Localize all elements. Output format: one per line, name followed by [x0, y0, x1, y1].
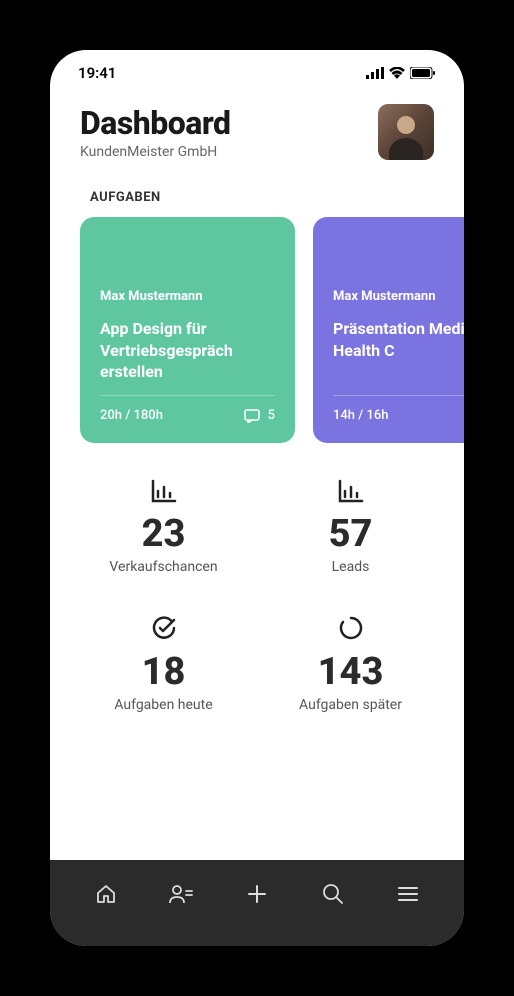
stat-tasks-later[interactable]: 143 Aufgaben später	[267, 615, 434, 713]
task-hours: 14h / 16h	[333, 408, 389, 423]
task-title: Präsentation Medical Health C	[333, 318, 464, 361]
app-screen: 19:41 Dashboard KundenMeister GmbH AUFGA…	[50, 50, 464, 946]
stat-leads[interactable]: 57 Leads	[267, 479, 434, 575]
stat-value: 57	[329, 515, 373, 553]
task-card[interactable]: Max Mustermann App Design für Vertriebsg…	[80, 217, 295, 443]
task-hours: 20h / 180h	[100, 408, 163, 423]
header-text: Dashboard KundenMeister GmbH	[80, 104, 230, 160]
comment-icon	[244, 409, 260, 423]
progress-icon	[338, 615, 364, 645]
contacts-icon	[169, 883, 193, 905]
nav-menu[interactable]	[386, 872, 430, 916]
stat-label: Aufgaben später	[299, 697, 402, 713]
nav-search[interactable]	[311, 872, 355, 916]
stat-value: 143	[318, 653, 384, 691]
page-subtitle: KundenMeister GmbH	[80, 144, 230, 160]
bar-chart-icon	[151, 479, 177, 507]
stats-grid: 23 Verkaufschancen 57 Leads 18 Aufgaben …	[50, 443, 464, 733]
task-comment-count: 5	[268, 408, 275, 423]
plus-icon	[247, 884, 267, 904]
stat-label: Leads	[332, 559, 370, 575]
status-bar: 19:41	[50, 50, 464, 90]
task-footer: 14h / 16h	[333, 395, 464, 423]
stat-opportunities[interactable]: 23 Verkaufschancen	[80, 479, 247, 575]
home-icon	[95, 883, 117, 905]
stat-value: 23	[142, 515, 186, 553]
stat-tasks-today[interactable]: 18 Aufgaben heute	[80, 615, 247, 713]
battery-icon	[410, 67, 436, 79]
page-title: Dashboard	[80, 104, 230, 142]
wifi-icon	[389, 67, 405, 79]
bar-chart-icon	[338, 479, 364, 507]
nav-add[interactable]	[235, 872, 279, 916]
bottom-nav	[50, 860, 464, 946]
task-card[interactable]: Max Mustermann Präsentation Medical Heal…	[313, 217, 464, 443]
status-time: 19:41	[78, 64, 116, 82]
task-cards-row[interactable]: Max Mustermann App Design für Vertriebsg…	[50, 217, 464, 443]
status-icons	[366, 67, 436, 79]
avatar[interactable]	[378, 104, 434, 160]
search-icon	[322, 883, 344, 905]
task-owner: Max Mustermann	[100, 289, 275, 304]
cellular-icon	[366, 67, 384, 79]
section-label: AUFGABEN	[50, 168, 464, 217]
task-owner: Max Mustermann	[333, 289, 464, 304]
stat-label: Verkaufschancen	[109, 559, 217, 575]
stat-value: 18	[142, 653, 186, 691]
nav-contacts[interactable]	[159, 872, 203, 916]
check-circle-icon	[151, 615, 177, 645]
header: Dashboard KundenMeister GmbH	[50, 90, 464, 168]
stat-label: Aufgaben heute	[114, 697, 212, 713]
nav-home[interactable]	[84, 872, 128, 916]
task-title: App Design für Vertriebsgespräch erstell…	[100, 318, 275, 383]
menu-icon	[398, 886, 418, 902]
task-comments: 5	[244, 408, 275, 423]
task-footer: 20h / 180h 5	[100, 395, 275, 423]
